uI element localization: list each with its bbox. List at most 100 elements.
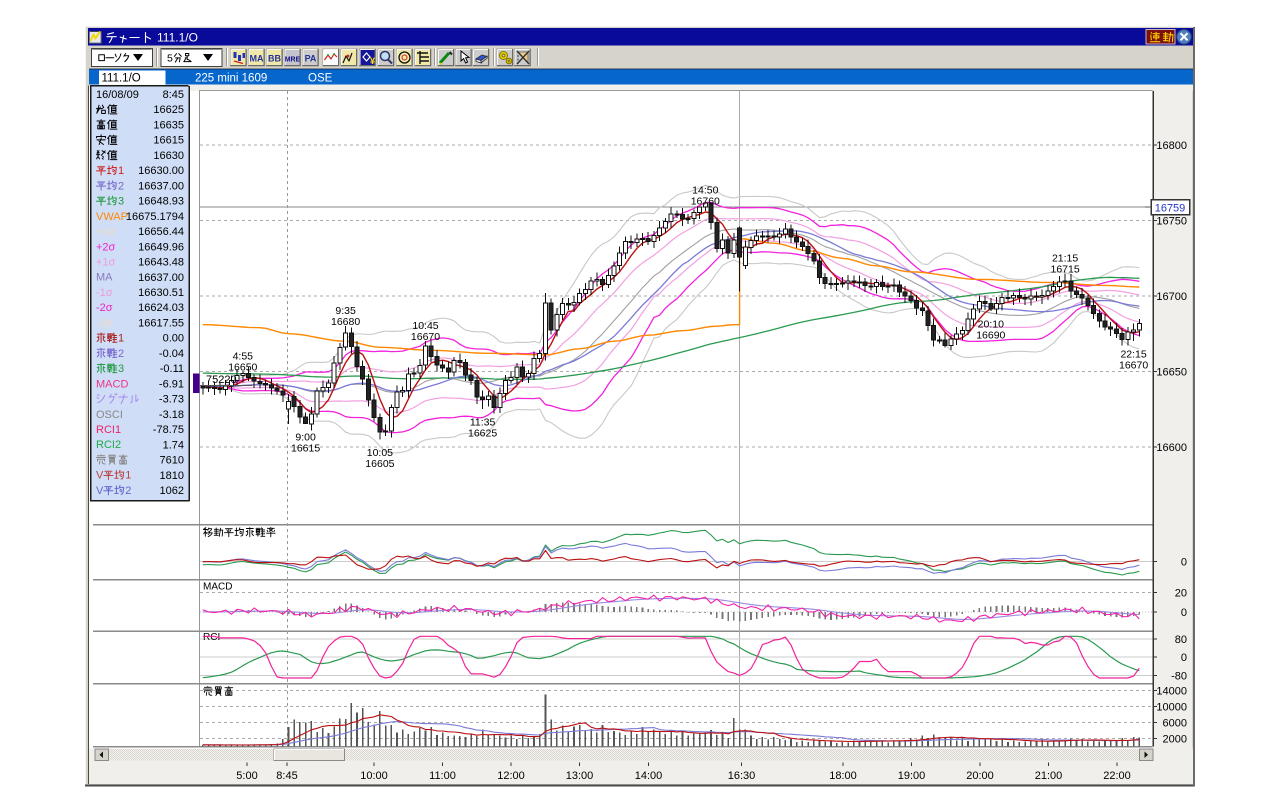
svg-text:8:45: 8:45 (163, 89, 184, 101)
svg-text:-0.11: -0.11 (160, 363, 184, 375)
svg-text:22:00: 22:00 (1103, 770, 1131, 782)
svg-text:-3.18: -3.18 (159, 409, 184, 421)
svg-text:16670: 16670 (411, 331, 440, 343)
svg-text:16630.51: 16630.51 (138, 287, 184, 299)
svg-text:2: 2 (118, 180, 124, 192)
svg-text:1: 1 (125, 470, 131, 482)
svg-text:MA: MA (96, 272, 113, 284)
svg-text:111.1/O: 111.1/O (157, 30, 198, 44)
svg-text:16800: 16800 (1156, 140, 1187, 152)
svg-text:0: 0 (1181, 557, 1187, 569)
svg-text:16715: 16715 (1050, 263, 1079, 275)
svg-text:16625: 16625 (153, 104, 184, 116)
svg-text:16656.44: 16656.44 (138, 226, 184, 238)
svg-text:7610: 7610 (160, 455, 184, 467)
svg-text:16675.1794: 16675.1794 (126, 211, 184, 223)
svg-text:13:00: 13:00 (566, 770, 594, 782)
svg-text:75220: 75220 (206, 374, 237, 386)
svg-text:-2σ: -2σ (96, 302, 113, 314)
svg-text:RCI2: RCI2 (96, 439, 121, 451)
svg-text:5:00: 5:00 (236, 770, 257, 782)
svg-text:MRE: MRE (285, 57, 301, 64)
svg-text:16760: 16760 (691, 196, 720, 208)
svg-text:5: 5 (167, 52, 173, 64)
svg-text:16600: 16600 (1156, 442, 1187, 454)
svg-text:16750: 16750 (1156, 216, 1187, 228)
svg-text:16617.55: 16617.55 (138, 318, 184, 330)
svg-text:-1σ: -1σ (96, 287, 113, 299)
svg-text:-3.73: -3.73 (159, 394, 184, 406)
svg-text:-0.04: -0.04 (159, 348, 184, 360)
svg-text:2: 2 (125, 485, 131, 497)
svg-text:0.00: 0.00 (163, 333, 184, 345)
svg-text:1.74: 1.74 (163, 439, 184, 451)
svg-text:16624.03: 16624.03 (138, 302, 184, 314)
svg-text:16670: 16670 (1119, 360, 1148, 372)
svg-text:16690: 16690 (976, 330, 1005, 342)
svg-text:2: 2 (118, 348, 124, 360)
svg-text:1810: 1810 (160, 470, 184, 482)
svg-text:225 mini 1609: 225 mini 1609 (195, 73, 267, 85)
svg-text:3: 3 (118, 363, 124, 375)
svg-text:+3σ: +3σ (96, 226, 116, 238)
svg-text:16650: 16650 (1156, 366, 1187, 378)
svg-text:16635: 16635 (153, 120, 184, 132)
svg-text:+1σ: +1σ (96, 257, 116, 269)
svg-text:¥: ¥ (370, 56, 375, 66)
svg-text:MACD: MACD (203, 582, 232, 593)
svg-text:20:00: 20:00 (966, 770, 994, 782)
svg-text:14:00: 14:00 (635, 770, 663, 782)
svg-text:-3σ: -3σ (96, 317, 113, 329)
svg-text:16605: 16605 (365, 458, 394, 470)
svg-text:16625: 16625 (468, 428, 497, 440)
svg-text:18:00: 18:00 (829, 770, 857, 782)
svg-text:21:00: 21:00 (1035, 770, 1063, 782)
svg-text:1: 1 (118, 165, 124, 177)
svg-text:10:00: 10:00 (360, 770, 388, 782)
svg-text:PA: PA (305, 54, 317, 64)
svg-text:-80: -80 (1171, 670, 1187, 682)
svg-text:14000: 14000 (1156, 685, 1187, 697)
svg-text:111.1/O: 111.1/O (102, 73, 141, 85)
svg-text:16649.96: 16649.96 (138, 241, 184, 253)
svg-text:2000: 2000 (1163, 734, 1187, 746)
svg-text:20: 20 (1175, 588, 1187, 600)
svg-text:16643.48: 16643.48 (138, 257, 184, 269)
svg-text:16630: 16630 (153, 150, 184, 162)
svg-text:16:30: 16:30 (728, 770, 756, 782)
svg-text:-6.91: -6.91 (159, 378, 184, 390)
svg-text:19:00: 19:00 (898, 770, 926, 782)
svg-text:16648.93: 16648.93 (138, 196, 184, 208)
svg-text:V: V (96, 485, 104, 497)
svg-text:3: 3 (118, 196, 124, 208)
svg-text:6000: 6000 (1163, 718, 1187, 730)
svg-text:1: 1 (118, 333, 124, 345)
svg-text:OSCI: OSCI (96, 409, 123, 421)
svg-text:BB: BB (268, 54, 281, 64)
svg-text:RCI1: RCI1 (96, 424, 121, 436)
svg-text:1062: 1062 (160, 485, 184, 497)
svg-text:12:00: 12:00 (497, 770, 525, 782)
svg-text:0: 0 (1181, 607, 1187, 619)
svg-text:0: 0 (1181, 652, 1187, 664)
svg-text:V: V (96, 470, 104, 482)
svg-text:+2σ: +2σ (96, 241, 116, 253)
svg-text:10000: 10000 (1156, 702, 1187, 714)
svg-text:11:00: 11:00 (429, 770, 456, 782)
svg-text:MA: MA (250, 54, 264, 64)
svg-text:OSE: OSE (308, 73, 333, 85)
svg-text:8:45: 8:45 (276, 770, 297, 782)
svg-text:16/08/09: 16/08/09 (96, 89, 139, 101)
svg-text:MACD: MACD (96, 378, 128, 390)
svg-text:16680: 16680 (331, 316, 360, 328)
svg-text:-78.75: -78.75 (153, 424, 184, 436)
svg-text:16637.00: 16637.00 (138, 180, 184, 192)
svg-text:16630.00: 16630.00 (138, 165, 184, 177)
svg-text:16637.00: 16637.00 (138, 272, 184, 284)
svg-text:16650: 16650 (228, 361, 257, 373)
svg-text:16615: 16615 (291, 443, 320, 455)
svg-text:80: 80 (1175, 634, 1187, 646)
svg-text:16615: 16615 (153, 135, 184, 147)
svg-text:16700: 16700 (1156, 291, 1187, 303)
svg-text:VWAP: VWAP (96, 211, 128, 223)
